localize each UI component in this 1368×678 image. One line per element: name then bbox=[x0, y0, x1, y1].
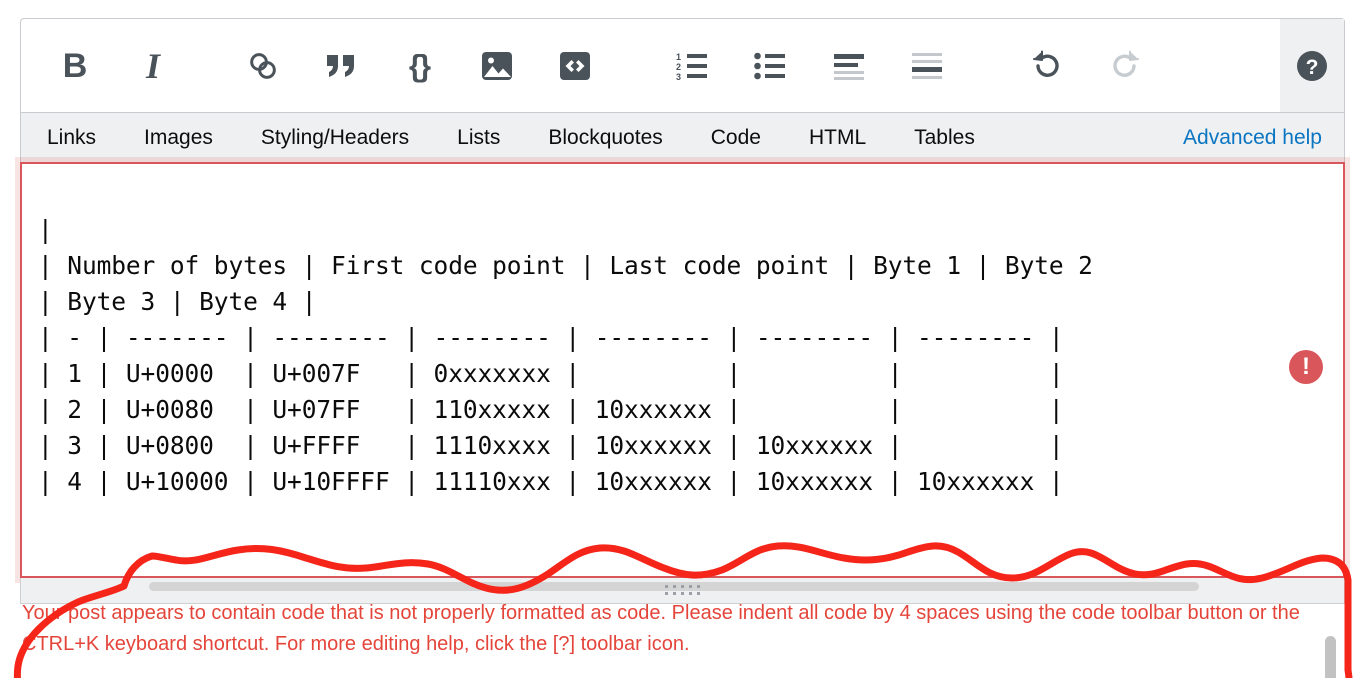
numbered-list-icon[interactable]: 1 2 3 bbox=[665, 38, 721, 94]
editor-textarea-shell[interactable]: | | Number of bytes | First code point |… bbox=[20, 162, 1345, 678]
horizontal-rule-icon[interactable] bbox=[899, 38, 955, 94]
svg-text:2: 2 bbox=[676, 62, 681, 72]
help-tab-blockquotes[interactable]: Blockquotes bbox=[548, 126, 662, 150]
italic-glyph: I bbox=[145, 45, 160, 86]
help-tab-code[interactable]: Code bbox=[711, 126, 761, 150]
help-tab-bar: Links Images Styling/Headers Lists Block… bbox=[20, 112, 1345, 162]
vertical-scrollbar[interactable] bbox=[1323, 166, 1339, 678]
markdown-editor: B I {} 1 2 3 ? Links Images Styling/Head… bbox=[20, 18, 1345, 678]
help-tab-links[interactable]: Links bbox=[47, 126, 96, 150]
svg-text:1: 1 bbox=[676, 52, 681, 62]
bold-glyph: B bbox=[62, 46, 88, 85]
help-tab-lists[interactable]: Lists bbox=[457, 126, 500, 150]
image-icon[interactable] bbox=[469, 38, 525, 94]
redo-icon[interactable] bbox=[1097, 38, 1153, 94]
editor-toolbar: B I {} 1 2 3 ? bbox=[20, 18, 1345, 112]
html-icon[interactable] bbox=[547, 38, 603, 94]
italic-icon[interactable]: I bbox=[125, 38, 181, 94]
code-glyph: {} bbox=[408, 48, 431, 83]
screenshot-root: B I {} 1 2 3 ? Links Images Styling/Head… bbox=[0, 0, 1368, 678]
code-icon[interactable]: {} bbox=[391, 38, 447, 94]
resize-grip-icon[interactable] bbox=[664, 585, 701, 597]
svg-text:?: ? bbox=[1306, 56, 1319, 79]
help-tab-tables[interactable]: Tables bbox=[914, 126, 975, 150]
bold-icon[interactable]: B bbox=[47, 38, 103, 94]
blockquote-icon[interactable] bbox=[313, 38, 369, 94]
validation-warning-message: Your post appears to contain code that i… bbox=[22, 602, 1300, 655]
help-tab-html[interactable]: HTML bbox=[809, 126, 866, 150]
heading-icon[interactable] bbox=[821, 38, 877, 94]
undo-icon[interactable] bbox=[1019, 38, 1075, 94]
link-icon[interactable] bbox=[235, 38, 291, 94]
bulleted-list-icon[interactable] bbox=[743, 38, 799, 94]
help-icon: ? bbox=[1297, 50, 1327, 81]
svg-text:3: 3 bbox=[676, 72, 681, 81]
advanced-help-link[interactable]: Advanced help bbox=[1183, 126, 1322, 150]
help-tab-styling-headers[interactable]: Styling/Headers bbox=[261, 126, 409, 150]
editor-textarea[interactable]: | | Number of bytes | First code point |… bbox=[38, 176, 1309, 546]
error-badge-icon: ! bbox=[1289, 350, 1323, 384]
help-button[interactable]: ? bbox=[1280, 19, 1344, 112]
help-tab-images[interactable]: Images bbox=[144, 126, 213, 150]
